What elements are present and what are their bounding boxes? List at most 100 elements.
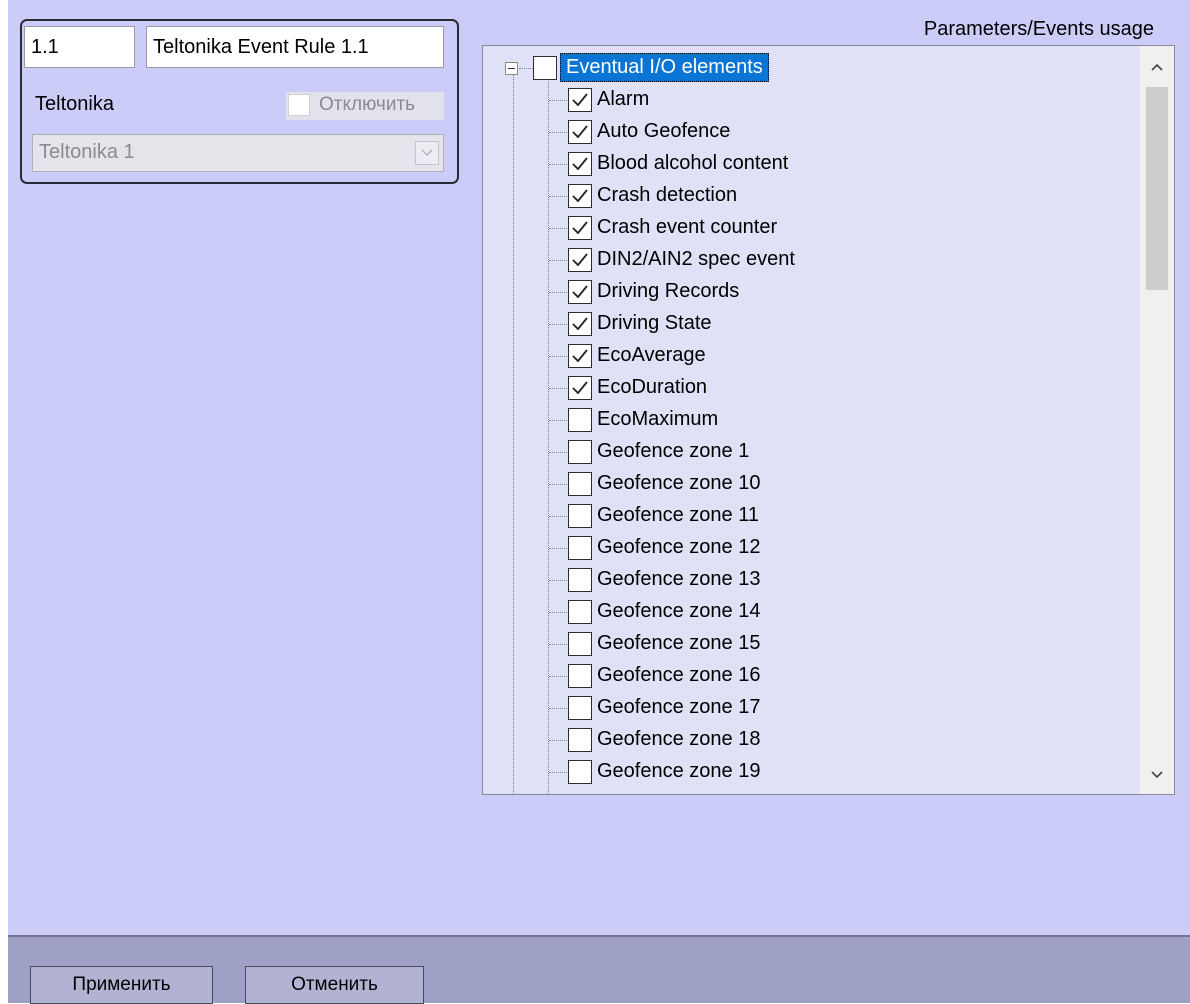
item-checkbox[interactable]	[568, 376, 592, 400]
tree-item[interactable]: DIN2/AIN2 spec event	[483, 244, 1123, 276]
tree-connector	[549, 740, 567, 741]
item-checkbox[interactable]	[568, 184, 592, 208]
item-label: Geofence zone 13	[597, 568, 761, 590]
tree-item[interactable]: EcoMaximum	[483, 404, 1123, 436]
tree-item[interactable]: Geofence zone 19	[483, 756, 1123, 788]
checkmark-icon	[572, 189, 588, 203]
tree-root-label[interactable]: Eventual I/O elements	[560, 53, 769, 82]
item-checkbox[interactable]	[568, 152, 592, 176]
item-label: Geofence zone 1	[597, 440, 750, 462]
item-checkbox[interactable]	[568, 280, 592, 304]
tree-item[interactable]: Crash detection	[483, 180, 1123, 212]
item-label: Geofence zone 12	[597, 536, 761, 558]
item-checkbox[interactable]	[568, 632, 592, 656]
tree-connector	[549, 484, 567, 485]
tree-item[interactable]: Geofence zone 12	[483, 532, 1123, 564]
apply-button[interactable]: Применить	[30, 966, 213, 1004]
tree-connector	[549, 708, 567, 709]
tree-item[interactable]: Geofence zone 16	[483, 660, 1123, 692]
tree-item[interactable]: Geofence zone 13	[483, 564, 1123, 596]
collapse-icon[interactable]	[505, 62, 518, 75]
root-checkbox[interactable]	[533, 56, 557, 80]
item-label: DIN2/AIN2 spec event	[597, 248, 795, 270]
chevron-down-icon[interactable]	[1140, 754, 1174, 794]
device-select[interactable]: Teltonika 1	[32, 134, 444, 172]
item-label: EcoAverage	[597, 344, 706, 366]
tree-connector	[549, 388, 567, 389]
item-label: Geofence zone 10	[597, 472, 761, 494]
item-checkbox[interactable]	[568, 664, 592, 688]
item-checkbox[interactable]	[568, 760, 592, 784]
item-label: Crash event counter	[597, 216, 778, 238]
item-label: EcoMaximum	[597, 408, 719, 430]
tree-item[interactable]: EcoDuration	[483, 372, 1123, 404]
item-checkbox[interactable]	[568, 408, 592, 432]
item-label: Geofence zone 19	[597, 760, 761, 782]
tree-connector	[549, 420, 567, 421]
checkmark-icon	[572, 93, 588, 107]
item-checkbox[interactable]	[568, 440, 592, 464]
item-label: Blood alcohol content	[597, 152, 789, 174]
cancel-button[interactable]: Отменить	[245, 966, 424, 1004]
tree-item[interactable]: Geofence zone 1	[483, 436, 1123, 468]
item-checkbox[interactable]	[568, 120, 592, 144]
item-checkbox[interactable]	[568, 216, 592, 240]
item-label: EcoDuration	[597, 376, 708, 398]
rule-name-field[interactable]: Teltonika Event Rule 1.1	[146, 26, 444, 68]
events-tree[interactable]: Eventual I/O elements Alarm Auto Geofence…	[482, 45, 1175, 795]
tree-item[interactable]: EcoAverage	[483, 340, 1123, 372]
item-label: Geofence zone 15	[597, 632, 761, 654]
tree-connector	[519, 68, 533, 69]
dropdown-arrow-icon[interactable]	[415, 141, 439, 165]
tree-item[interactable]: Alarm	[483, 84, 1123, 116]
checkmark-icon	[572, 157, 588, 171]
tree-connector	[549, 132, 567, 133]
item-checkbox[interactable]	[568, 344, 592, 368]
tree-connector	[549, 196, 567, 197]
item-checkbox[interactable]	[568, 312, 592, 336]
item-label: Crash detection	[597, 184, 738, 206]
item-checkbox[interactable]	[568, 472, 592, 496]
item-checkbox[interactable]	[568, 504, 592, 528]
checkmark-icon	[572, 381, 588, 395]
checkmark-icon	[572, 349, 588, 363]
vertical-scrollbar[interactable]	[1140, 46, 1174, 794]
disable-checkbox-label: Отключить	[319, 94, 416, 115]
tree-connector	[549, 612, 567, 613]
item-checkbox[interactable]	[568, 248, 592, 272]
tree-connector	[549, 644, 567, 645]
device-select-value: Teltonika 1	[39, 141, 135, 163]
item-checkbox[interactable]	[568, 728, 592, 752]
scroll-thumb[interactable]	[1146, 87, 1168, 290]
tree-item[interactable]: Driving State	[483, 308, 1123, 340]
item-label: Driving State	[597, 312, 712, 334]
tree-connector	[549, 260, 567, 261]
tree-item[interactable]: Geofence zone 10	[483, 468, 1123, 500]
item-checkbox[interactable]	[568, 568, 592, 592]
item-checkbox[interactable]	[568, 88, 592, 112]
disable-checkbox-box[interactable]	[288, 94, 310, 116]
checkmark-icon	[572, 221, 588, 235]
checkmark-icon	[572, 253, 588, 267]
item-label: Auto Geofence	[597, 120, 731, 142]
tree-item[interactable]: Geofence zone 11	[483, 500, 1123, 532]
tree-item[interactable]: Geofence zone 15	[483, 628, 1123, 660]
tree-item[interactable]: Geofence zone 18	[483, 724, 1123, 756]
tree-item[interactable]: Auto Geofence	[483, 116, 1123, 148]
tree-item[interactable]: Driving Records	[483, 276, 1123, 308]
item-checkbox[interactable]	[568, 696, 592, 720]
item-label: Geofence zone 11	[597, 504, 759, 526]
item-checkbox[interactable]	[568, 536, 592, 560]
tree-item[interactable]: Geofence zone 14	[483, 596, 1123, 628]
tree-item[interactable]: Geofence zone 17	[483, 692, 1123, 724]
disable-checkbox[interactable]: Отключить	[286, 92, 444, 120]
tree-item[interactable]: Crash event counter	[483, 212, 1123, 244]
tree-connector	[549, 580, 567, 581]
tree-connector	[549, 772, 567, 773]
rule-id-field[interactable]: 1.1	[24, 26, 135, 68]
item-label: Geofence zone 17	[597, 696, 761, 718]
tree-connector	[549, 516, 567, 517]
tree-item[interactable]: Blood alcohol content	[483, 148, 1123, 180]
chevron-up-icon[interactable]	[1140, 46, 1174, 86]
item-checkbox[interactable]	[568, 600, 592, 624]
